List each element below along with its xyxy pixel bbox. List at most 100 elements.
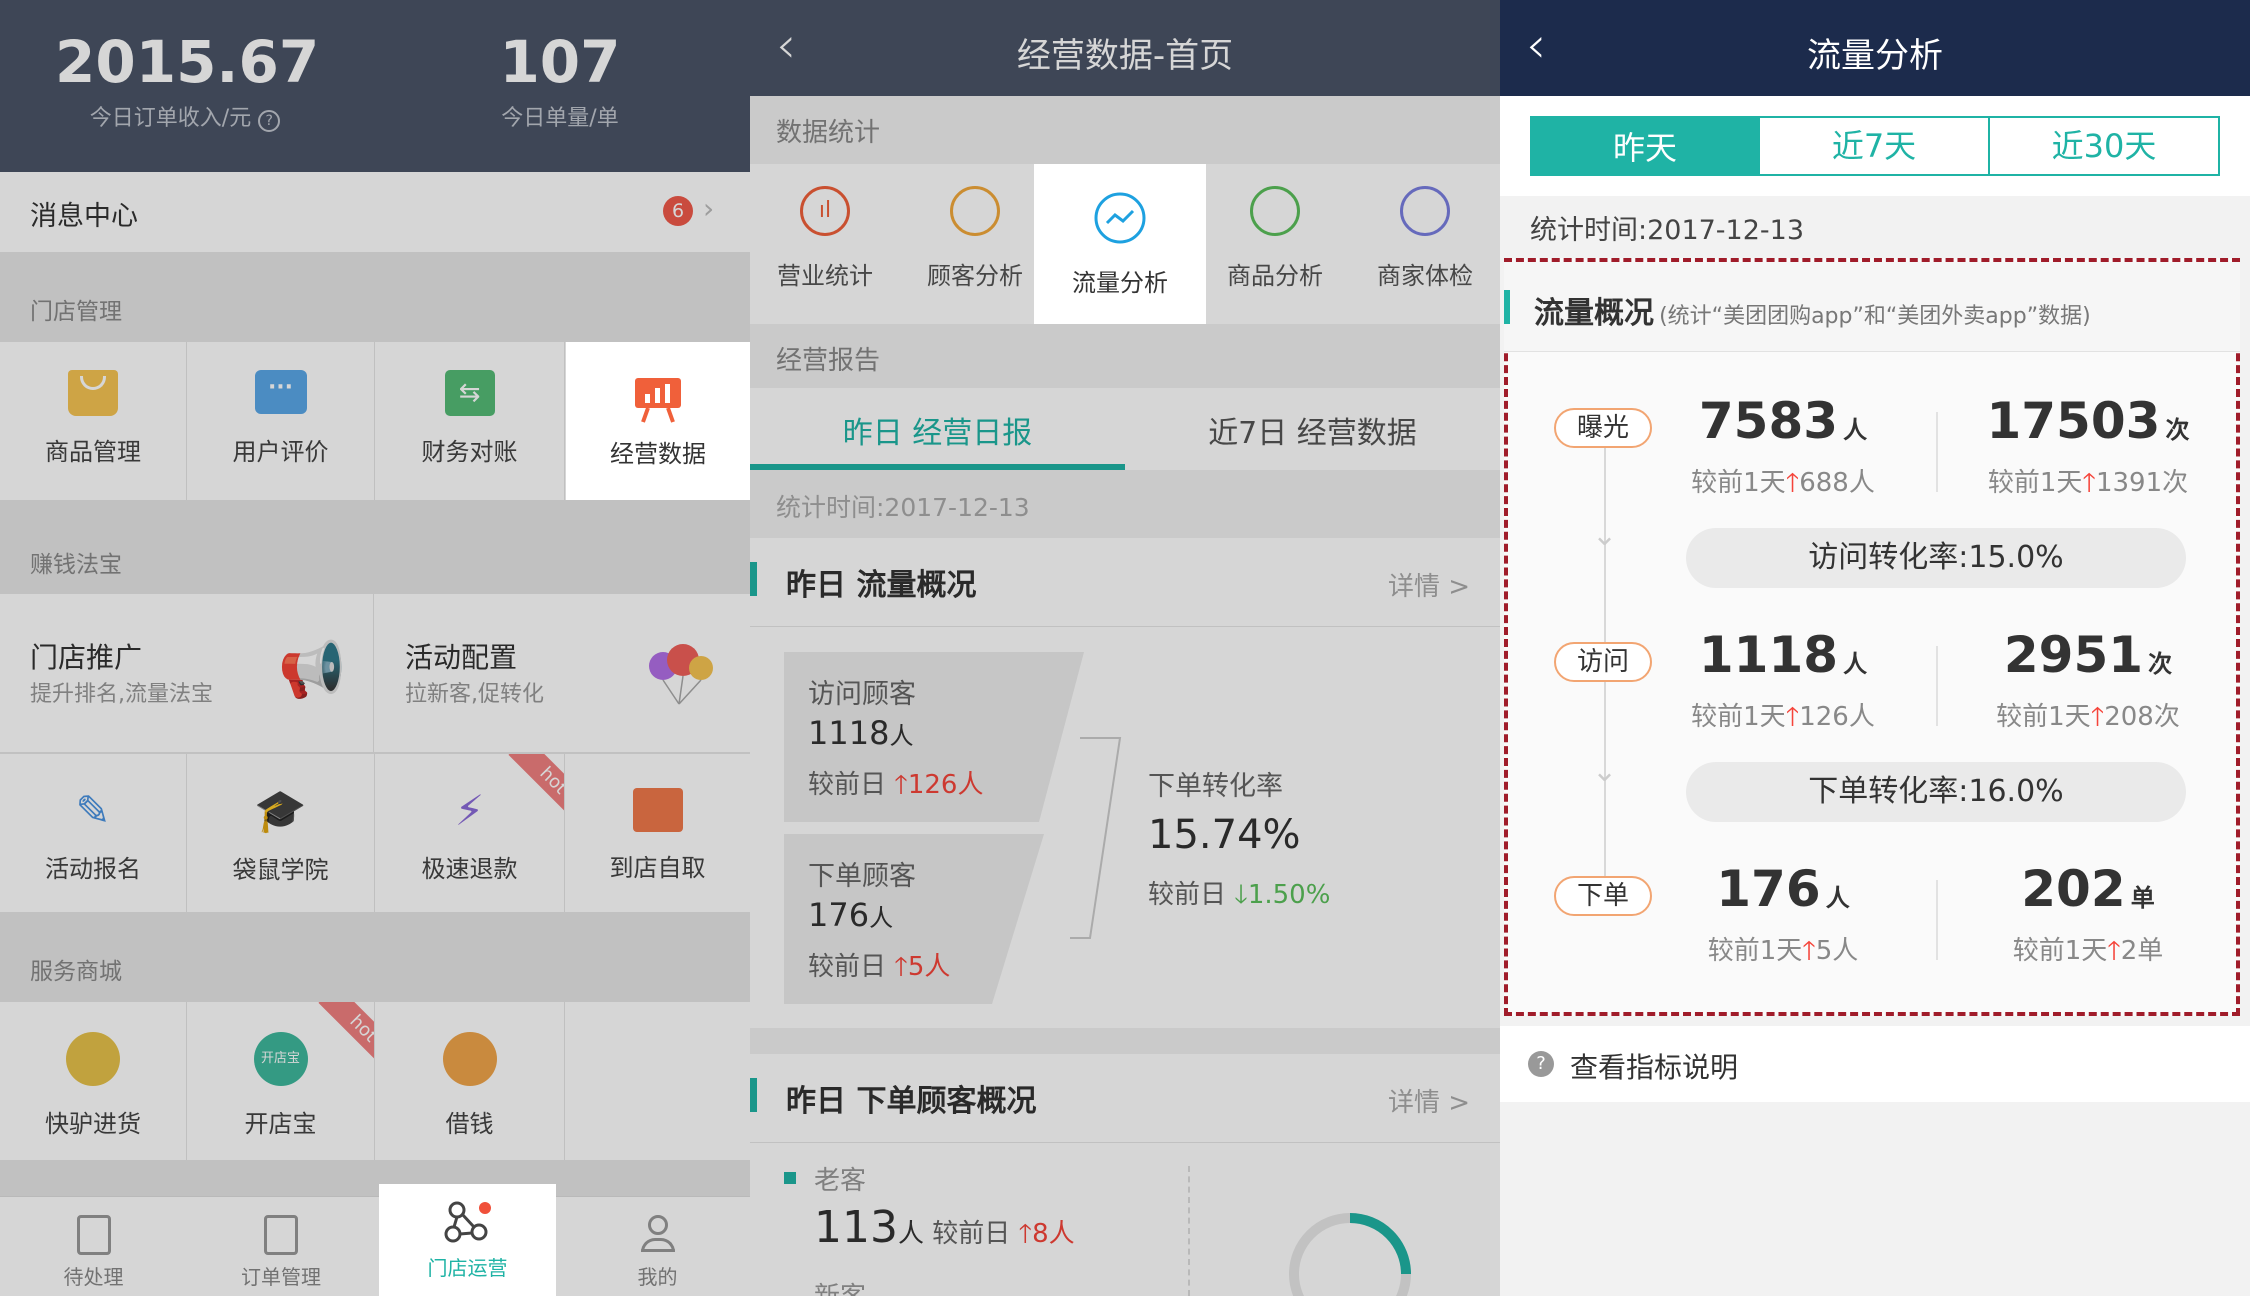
- exposure-times-compare: 较前1天🡑1391次: [1987, 468, 2189, 498]
- stage-row-exposure: 曝光 7583 人 较前1天🡑688人 17503 次 较前1天🡑1391次: [1508, 392, 2236, 502]
- old-customer-label: 老客: [814, 1166, 867, 1196]
- service-row: 快驴进货 开店宝 开店宝 hot 借钱: [0, 1002, 750, 1160]
- stage-row-order: 下单 176 人 较前1天🡑5人 202 单 较前1天🡑2单: [1508, 860, 2236, 970]
- shopping-bag-icon: [68, 370, 118, 416]
- stat-revenue[interactable]: ıl 营业统计: [750, 164, 900, 324]
- stat-label: 顾客分析: [927, 262, 1023, 290]
- revenue-value: 2015.67: [55, 28, 320, 96]
- tools-row: ✎ 活动报名 🎓 袋鼠学院 ⚡ 极速退款 hot 到店自取: [0, 754, 750, 912]
- tab-label: 我的: [637, 1265, 678, 1289]
- order-customers-box: 下单顾客 176人 较前日 🡑5人: [784, 834, 1044, 1004]
- tab-daily-report[interactable]: 昨日 经营日报: [750, 408, 1125, 452]
- visit-label: 访问顾客: [808, 679, 916, 710]
- visit-people-compare: 较前1天🡑126人: [1691, 702, 1875, 732]
- svc-kuailv[interactable]: 快驴进货: [0, 1002, 187, 1160]
- tool-activity-signup[interactable]: ✎ 活动报名: [0, 754, 187, 912]
- card-divider: [750, 626, 1500, 627]
- flow-card-title: 昨日 流量概况: [786, 568, 977, 603]
- tab-7-days[interactable]: 近7天: [1760, 116, 1990, 176]
- shield-circle-icon: [1400, 186, 1450, 236]
- help-row[interactable]: ? 查看指标说明: [1500, 1026, 2250, 1102]
- section-accent-bar: [750, 1078, 757, 1112]
- tab-pending[interactable]: 待处理: [0, 1197, 187, 1296]
- grid-item-product-management[interactable]: 商品管理: [0, 342, 187, 500]
- nav-bar: ‹ 经营数据-首页: [750, 0, 1500, 96]
- tab-30-days[interactable]: 近30天: [1990, 116, 2220, 176]
- tab-active-underline: [750, 464, 1125, 470]
- pen-icon: ✎: [75, 786, 111, 835]
- old-customer-row: 113人 较前日 🡑8人: [814, 1202, 1075, 1253]
- customer-card-title: 昨日 下单顾客概况: [786, 1084, 1037, 1119]
- store-promotion-card[interactable]: 门店推广 提升排名,流量法宝 📢: [0, 594, 374, 752]
- tool-label: 活动报名: [45, 855, 141, 883]
- section-business-report: 经营报告: [776, 346, 881, 376]
- stage-divider: [1936, 880, 1938, 960]
- visit-compare: 较前日 🡑126人: [808, 770, 984, 800]
- tool-fast-refund[interactable]: ⚡ 极速退款 hot: [375, 754, 565, 912]
- stat-traffic-analysis[interactable]: 流量分析: [1034, 164, 1206, 324]
- stat-label: 营业统计: [777, 262, 873, 290]
- house-circle-icon: [1250, 186, 1300, 236]
- stat-time: 统计时间:2017-12-13: [776, 493, 1030, 522]
- activity-config-card[interactable]: 活动配置 拉新客,促转化: [375, 594, 750, 752]
- activity-title: 活动配置: [405, 641, 518, 674]
- rate-value: 15.74%: [1148, 812, 1301, 858]
- order-compare: 较前日 🡑5人: [808, 952, 951, 982]
- svc-loan[interactable]: 借钱: [375, 1002, 565, 1160]
- tool-pickup[interactable]: 到店自取: [565, 754, 750, 912]
- visit-conversion-rate: 访问转化率:15.0%: [1686, 528, 2186, 588]
- tab-store-operations[interactable]: 门店运营: [379, 1184, 556, 1296]
- visit-customers-box: 访问顾客 1118人 较前日 🡑126人: [784, 652, 1084, 822]
- overview-title: 流量概况 (统计“美团团购app”和“美团外卖app”数据): [1534, 296, 2091, 331]
- network-nodes-icon: [443, 1200, 493, 1248]
- question-circle-icon: ?: [1528, 1051, 1554, 1077]
- order-conversion-rate: 下单转化率:16.0%: [1686, 762, 2186, 822]
- customer-detail-link[interactable]: 详情 >: [1388, 1082, 1470, 1119]
- rate-compare: 较前日 🡓1.50%: [1148, 880, 1331, 910]
- section-service-mall: 服务商城: [30, 959, 122, 985]
- exposure-people-compare: 较前1天🡑688人: [1691, 468, 1875, 498]
- tab-label: 待处理: [63, 1265, 124, 1289]
- hot-ribbon: hot: [318, 1002, 374, 1074]
- tool-academy[interactable]: 🎓 袋鼠学院: [187, 754, 375, 912]
- flow-detail-link[interactable]: 详情 >: [1388, 566, 1470, 603]
- stage-tag-visit: 访问: [1554, 642, 1652, 682]
- tool-label: 袋鼠学院: [232, 856, 329, 884]
- clipboard-icon: [76, 1215, 111, 1255]
- stat-products[interactable]: 商品分析: [1200, 164, 1350, 324]
- stat-health[interactable]: 商家体检: [1350, 164, 1500, 324]
- grid-item-label: 经营数据: [610, 439, 706, 468]
- svc-kaidianbao[interactable]: 开店宝 开店宝 hot: [187, 1002, 375, 1160]
- lightning-icon: ⚡: [454, 786, 485, 835]
- down-arrow-icon: ⌄: [1592, 518, 1618, 553]
- orders-label: 今日单量/单: [501, 106, 619, 131]
- order-count-compare: 较前1天🡑2单: [2012, 936, 2164, 966]
- business-data-home-screen: ‹ 经营数据-首页 数据统计 ıl 营业统计 顾客分析 商品分析 商家体检 经营…: [750, 0, 1500, 1296]
- down-arrow-icon: ⌄: [1592, 754, 1618, 789]
- balloons-icon: [645, 638, 715, 712]
- stat-customers[interactable]: 顾客分析: [900, 164, 1050, 324]
- grid-item-user-reviews[interactable]: ··· 用户评价: [187, 342, 375, 500]
- tab-mine[interactable]: 我的: [565, 1197, 750, 1296]
- visit-people: 1118 人: [1698, 626, 1868, 684]
- svc-label: 借钱: [445, 1110, 494, 1138]
- flow-card: 昨日 流量概况 详情 > 访问顾客 1118人 较前日 🡑126人 下单顾客 1…: [750, 538, 1500, 1028]
- tab-weekly-data[interactable]: 近7日 经营数据: [1125, 408, 1500, 452]
- storefront-icon: [632, 788, 683, 832]
- tab-yesterday[interactable]: 昨天: [1530, 116, 1760, 176]
- section-accent-bar: [1504, 290, 1510, 324]
- help-circle-icon[interactable]: ?: [258, 110, 281, 132]
- section-store-management: 门店管理: [30, 299, 122, 325]
- tab-orders[interactable]: 订单管理: [187, 1197, 375, 1296]
- legend-square-icon: [784, 1172, 796, 1184]
- store-home-screen: 2015.67 今日订单收入/元 ? 107 今日单量/单 消息中心 6 › 门…: [0, 0, 750, 1296]
- grid-item-finance[interactable]: ⇆ 财务对账: [375, 342, 565, 500]
- card-divider: [750, 1142, 1500, 1143]
- promo-row: 门店推广 提升排名,流量法宝 📢 活动配置 拉新客,促转化: [0, 594, 750, 752]
- funnel-bracket-line: [1070, 737, 1122, 939]
- exposure-people: 7583 人: [1698, 392, 1868, 450]
- stage-row-visit: 访问 1118 人 较前1天🡑126人 2951 次 较前1天🡑208次: [1508, 626, 2236, 736]
- grid-item-business-data[interactable]: 经营数据: [566, 342, 750, 500]
- message-center-row[interactable]: 消息中心 6 ›: [0, 172, 750, 252]
- nav-bar: ‹ 流量分析: [1500, 0, 2250, 96]
